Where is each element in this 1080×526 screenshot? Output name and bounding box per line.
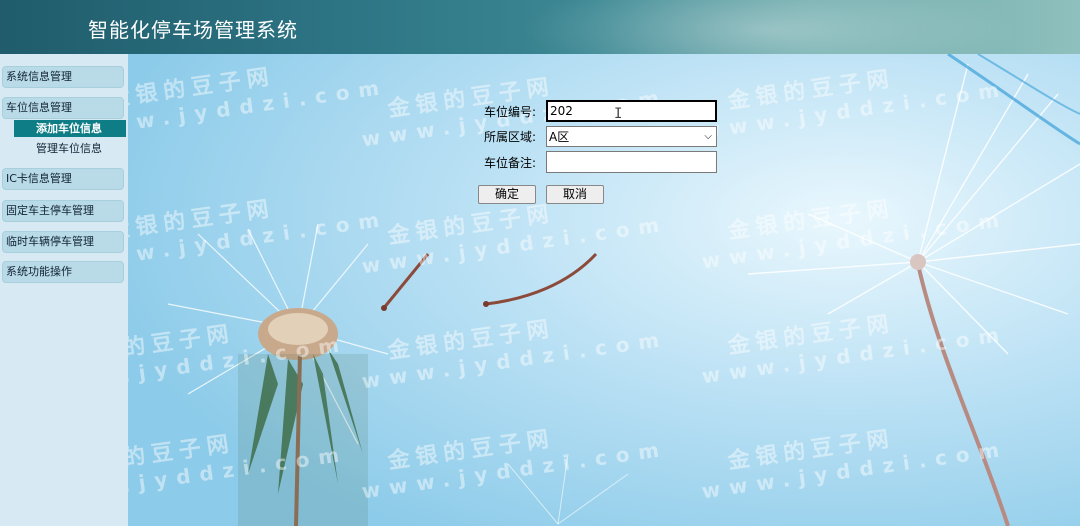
main-content: 金银的豆子网 www.jyddzi.com 金银的豆子网 www.jyddzi.co… [128,54,1080,526]
sidebar-item-system-info[interactable]: 系统信息管理 [2,66,124,88]
area-select[interactable]: A区 ⌵ [546,126,717,147]
app-header: 智能化停车场管理系统 [0,0,1080,54]
confirm-button[interactable]: 确定 [478,185,536,204]
space-number-label: 车位编号: [483,105,536,119]
remark-input[interactable] [546,151,717,173]
space-number-value: 202 [550,104,573,118]
text-cursor-icon: I [614,106,623,122]
space-number-input[interactable]: 202 [546,100,717,122]
app-title: 智能化停车场管理系统 [88,18,298,42]
sidebar-item-parking-space-info[interactable]: 车位信息管理 [2,97,124,119]
sidebar: 系统信息管理 车位信息管理 添加车位信息 管理车位信息 IC卡信息管理 固定车主… [0,54,128,526]
area-label: 所属区域: [483,130,536,144]
sidebar-item-temp-vehicle-parking[interactable]: 临时车辆停车管理 [2,231,124,253]
cancel-button[interactable]: 取消 [546,185,604,204]
remark-label: 车位备注: [483,156,536,170]
submenu-manage-parking-space[interactable]: 管理车位信息 [14,140,126,157]
submenu-add-parking-space[interactable]: 添加车位信息 [14,120,126,137]
sidebar-item-fixed-owner-parking[interactable]: 固定车主停车管理 [2,200,124,222]
sidebar-item-system-functions[interactable]: 系统功能操作 [2,261,124,283]
area-selected-value: A区 [549,129,570,144]
header-glow [520,0,1020,54]
chevron-down-icon: ⌵ [704,130,712,142]
dandelion-background-image [128,54,1080,526]
sidebar-item-ic-card-info[interactable]: IC卡信息管理 [2,168,124,190]
